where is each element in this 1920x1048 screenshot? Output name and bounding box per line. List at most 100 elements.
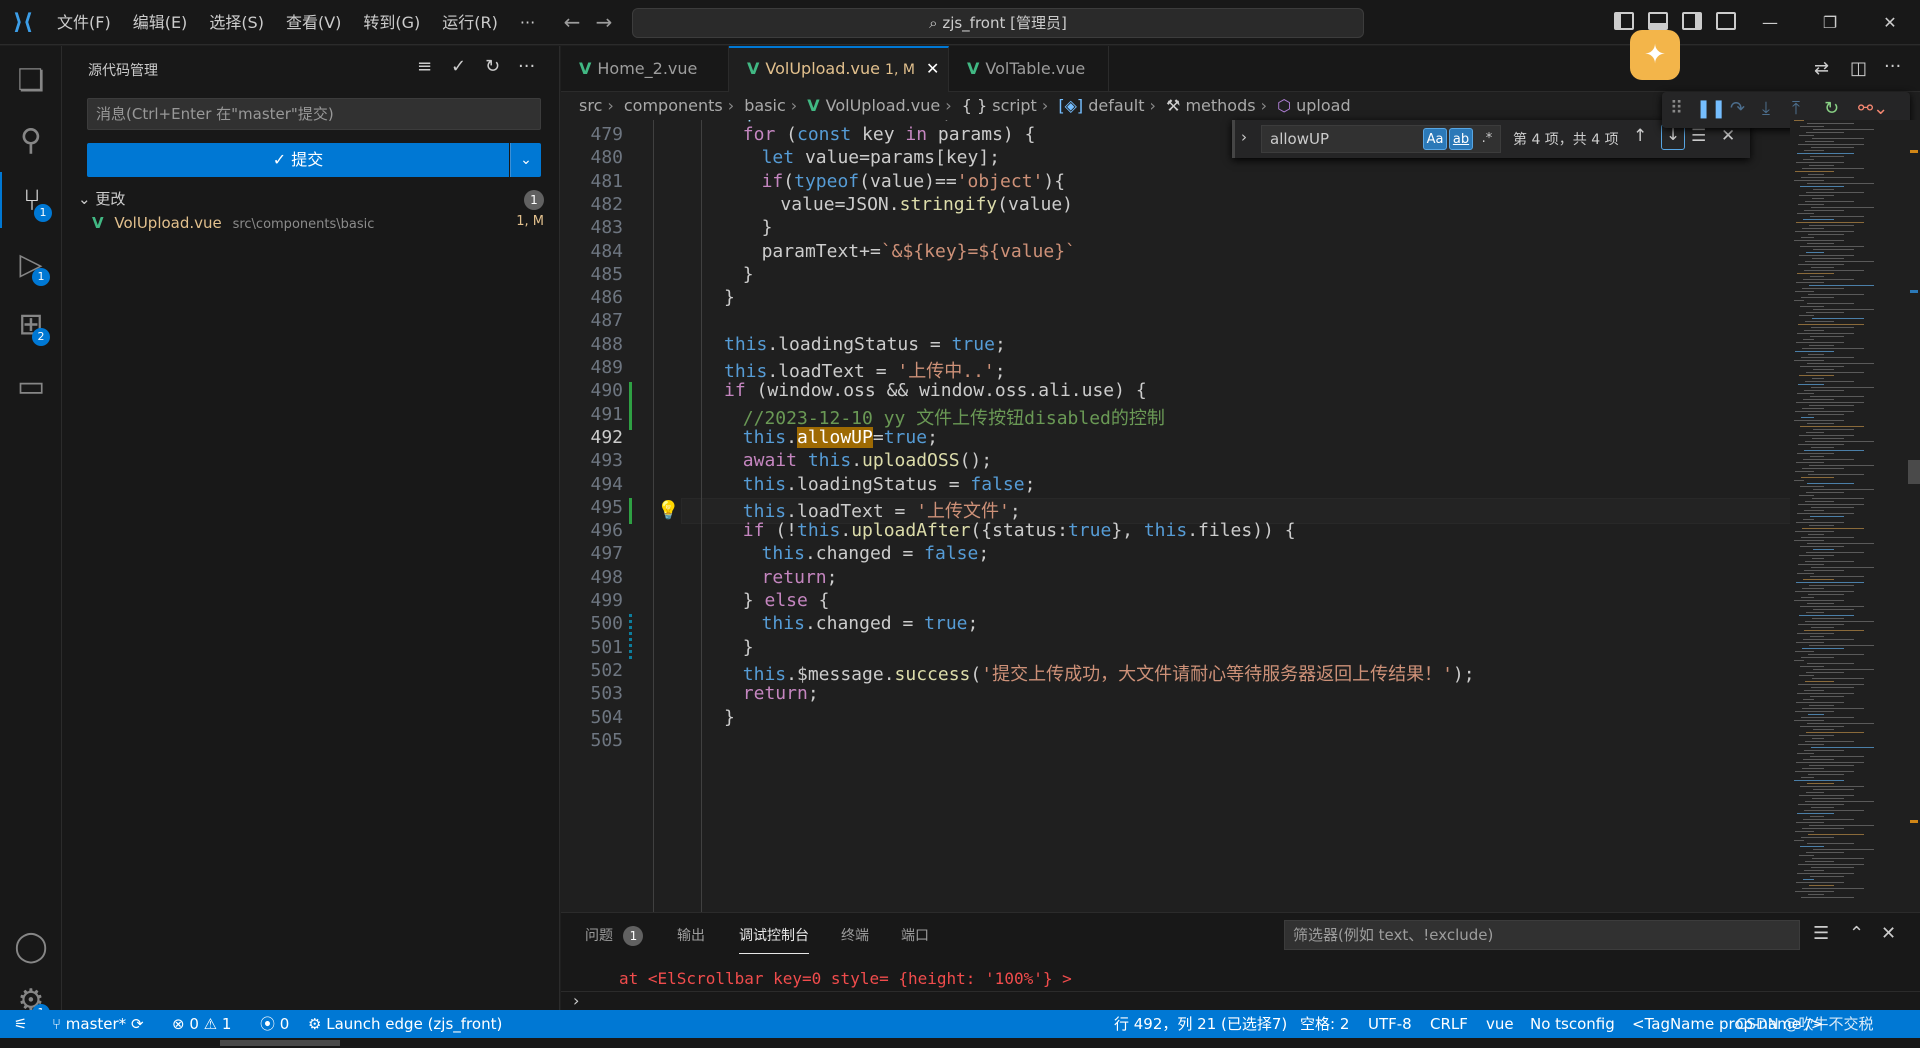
lightbulb-icon[interactable]: 💡 — [657, 500, 679, 521]
maximize-panel-icon[interactable]: ⌃ — [1849, 923, 1864, 944]
changes-group[interactable]: ⌄ 更改 1 — [78, 188, 548, 212]
tsconfig-status[interactable]: No tsconfig — [1530, 1010, 1615, 1038]
tab-debug-console[interactable]: 调试控制台 — [739, 925, 809, 954]
step-into-icon[interactable]: ⤓ — [1762, 98, 1770, 119]
customize-layout-icon[interactable] — [1716, 12, 1736, 30]
minimap-line — [1802, 828, 1844, 829]
source-control-icon[interactable]: ⑂ 1 — [0, 172, 62, 228]
language-mode[interactable]: vue — [1486, 1010, 1514, 1038]
tab-voltable[interactable]: V VolTable.vue — [949, 46, 1109, 92]
tab-output[interactable]: 输出 — [677, 925, 705, 945]
close-window-icon[interactable]: ✕ — [1864, 0, 1916, 45]
close-find-icon[interactable]: ✕ — [1721, 126, 1735, 146]
breadcrumb-upload[interactable]: upload — [1296, 96, 1351, 115]
menu-selection[interactable]: 选择(S) — [198, 0, 275, 45]
disconnect-icon[interactable]: ⚯⌄ — [1858, 98, 1888, 119]
remote-indicator-icon[interactable]: ⚟ — [14, 1010, 27, 1038]
search-icon[interactable]: ⚲ — [0, 112, 62, 168]
braces-icon: { } — [961, 96, 993, 115]
tab-problems[interactable]: 问题 1 — [585, 925, 644, 946]
breadcrumb-methods[interactable]: methods — [1185, 96, 1255, 115]
changed-file-item[interactable]: V VolUpload.vue src\components\basic 1, … — [92, 214, 548, 238]
minimap-line — [1798, 864, 1864, 865]
ports-status[interactable]: ⦿ 0 — [260, 1010, 289, 1038]
match-whole-word-toggle[interactable]: ab — [1449, 128, 1473, 150]
minimize-icon[interactable]: — — [1744, 0, 1796, 45]
restart-icon[interactable]: ↻ — [1824, 98, 1839, 119]
commit-dropdown-chevron-icon[interactable]: ⌄ — [510, 143, 541, 177]
more-actions-icon[interactable]: ··· — [518, 56, 535, 77]
close-panel-icon[interactable]: ✕ — [1881, 923, 1896, 944]
command-center-search[interactable]: ⌕ zjs_front [管理员] — [632, 8, 1364, 38]
breadcrumb-src[interactable]: src — [579, 96, 602, 115]
code-line: this.allowUP=true; — [742, 426, 938, 448]
extensions-icon[interactable]: ⊞ 2 — [0, 296, 62, 352]
minimap-line — [1811, 387, 1874, 388]
breadcrumb-basic[interactable]: basic — [744, 96, 786, 115]
commit-message-input[interactable]: 消息(Ctrl+Enter 在"master"提交) — [87, 98, 541, 130]
menu-run[interactable]: 运行(R) — [431, 0, 509, 45]
minimap[interactable] — [1790, 120, 1908, 910]
tab-label: VolUpload.vue — [765, 59, 880, 78]
launch-config-status[interactable]: ⚙ Launch edge (zjs_front) — [308, 1010, 502, 1038]
vertical-scrollbar[interactable] — [1908, 120, 1920, 912]
breadcrumb-components[interactable]: components — [624, 96, 723, 115]
horizontal-scrollbar-thumb[interactable] — [220, 1040, 340, 1046]
breadcrumb-default[interactable]: default — [1088, 96, 1144, 115]
encoding-status[interactable]: UTF-8 — [1368, 1010, 1412, 1038]
toggle-replace-chevron-icon[interactable]: › — [1241, 128, 1247, 146]
step-out-icon[interactable]: ⤒ — [1792, 98, 1800, 119]
refresh-icon[interactable]: ↻ — [485, 56, 500, 77]
remote-explorer-icon[interactable]: ▭ — [0, 358, 62, 414]
tab-volupload[interactable]: V VolUpload.vue 1, M ✕ — [729, 46, 949, 92]
menu-file[interactable]: 文件(F) — [46, 0, 122, 45]
minimap-line — [1795, 231, 1854, 232]
drag-handle-icon[interactable]: ⠿ — [1670, 98, 1683, 119]
pause-icon[interactable]: ❚❚ — [1696, 98, 1726, 119]
cursor-position[interactable]: 行 492，列 21 (已选择7) — [1114, 1010, 1287, 1038]
commit-check-icon[interactable]: ✓ — [451, 56, 466, 77]
tab-home2[interactable]: V Home_2.vue — [561, 46, 729, 92]
code-editor[interactable]: 💡 478 paramText = '?1=1'; 479 for (const … — [561, 120, 1920, 912]
split-editor-icon[interactable]: ◫ — [1850, 58, 1867, 79]
menu-view[interactable]: 查看(V) — [275, 0, 352, 45]
back-arrow-icon[interactable]: ← — [555, 10, 589, 34]
breadcrumb-script[interactable]: script — [992, 96, 1037, 115]
line-number: 504 — [590, 706, 623, 728]
find-in-selection-icon[interactable]: ☰ — [1691, 126, 1706, 146]
menu-edit[interactable]: 编辑(E) — [122, 0, 199, 45]
open-changes-icon[interactable]: ⇄ — [1814, 58, 1829, 79]
tab-terminal[interactable]: 终端 — [841, 925, 869, 945]
menu-more[interactable]: ··· — [509, 0, 546, 45]
branch-status[interactable]: ⑂ master* ⟳ — [52, 1010, 144, 1038]
problems-status[interactable]: ⊗ 0 ⚠ 1 — [172, 1010, 231, 1038]
use-regex-toggle[interactable]: .* — [1475, 128, 1499, 150]
indentation-status[interactable]: 空格: 2 — [1300, 1010, 1349, 1038]
minimap-line — [1795, 771, 1854, 772]
accounts-icon[interactable]: ◯ — [0, 918, 62, 974]
commit-button[interactable]: ✓ 提交 — [87, 143, 509, 177]
breadcrumb-file[interactable]: VolUpload.vue — [826, 96, 941, 115]
scrollbar-thumb[interactable] — [1908, 460, 1920, 484]
toggle-panel-icon[interactable] — [1648, 12, 1668, 30]
run-debug-icon[interactable]: ▷ 1 — [0, 236, 62, 292]
menu-go[interactable]: 转到(G) — [352, 0, 431, 45]
explorer-icon[interactable]: ❏ — [0, 52, 62, 108]
minimap-line — [1802, 708, 1864, 709]
view-as-tree-icon[interactable]: ≡ — [417, 56, 432, 77]
eol-status[interactable]: CRLF — [1430, 1010, 1468, 1038]
tab-ports[interactable]: 端口 — [901, 925, 929, 945]
console-filter-input[interactable]: 筛选器(例如 text、!exclude) — [1284, 920, 1800, 950]
restore-icon[interactable]: ❐ — [1804, 0, 1856, 45]
previous-match-arrow-icon[interactable]: ↑ — [1633, 126, 1647, 146]
toggle-secondary-sidebar-icon[interactable] — [1682, 12, 1702, 30]
toggle-primary-sidebar-icon[interactable] — [1614, 12, 1634, 30]
match-case-toggle[interactable]: Aa — [1423, 128, 1447, 150]
editor-more-icon[interactable]: ··· — [1884, 56, 1901, 77]
close-tab-icon[interactable]: ✕ — [926, 59, 939, 78]
step-over-icon[interactable]: ↷ — [1730, 98, 1745, 119]
clear-console-icon[interactable]: ☰ — [1813, 923, 1829, 944]
console-input-chevron-icon[interactable]: › — [573, 991, 579, 1010]
minimap-line — [1796, 402, 1864, 403]
forward-arrow-icon[interactable]: → — [587, 10, 621, 34]
